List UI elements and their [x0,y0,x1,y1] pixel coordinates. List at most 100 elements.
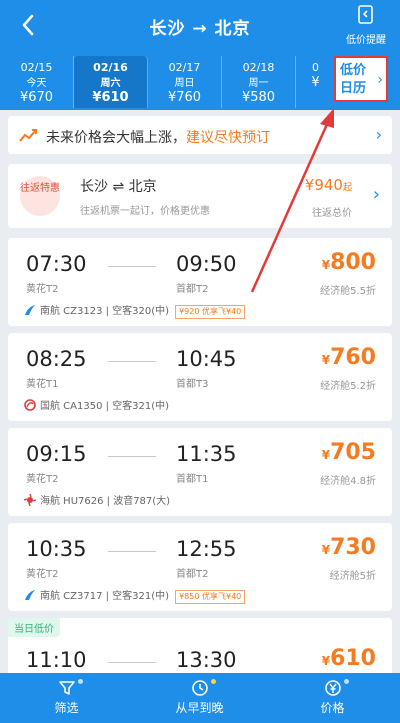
date-tab-date: 0 [312,61,319,74]
flight-info: 南航 CZ3717 | 空客321(中) ¥850 优享飞¥40 [24,587,246,604]
price-trend-notice[interactable]: 未来价格会大幅上涨，建议尽快预订 › [8,116,392,154]
route-line [108,456,156,457]
date-tab-weekday: 周一 [248,78,269,89]
departure-time: 09:15 [26,442,87,466]
yuan-coin-icon [324,680,341,696]
departure-airport: 黄花T2 [26,474,59,485]
bottom-tab-bar: 筛选 从早到晚 价格 [0,673,400,723]
date-tab-selected[interactable]: 02/16 周六 ¥610 [74,56,148,108]
flight-price-value: 800 [330,250,376,275]
date-tab-price: ¥610 [92,90,129,105]
hainan-airlines-logo-icon [24,494,36,506]
cabin-discount: 经济舱5.5折 [320,286,376,297]
low-price-calendar-label: 低价日历 [340,63,367,96]
currency-symbol: ¥ [321,448,331,462]
notice-text: 未来价格会大幅上涨，建议尽快预订 [46,127,270,147]
date-tab-date: 02/16 [93,61,128,74]
chevron-right-icon: › [375,125,382,144]
indicator-dot [344,679,349,684]
airline-info: 南航 CZ3717 | 空客321(中) [40,591,170,602]
low-price-alert-label: 低价提醒 [346,35,386,46]
round-trip-price-value: ¥940 [304,176,343,194]
route-line [108,361,156,362]
bell-note-icon [358,5,373,24]
departure-time: 11:10 [26,648,87,672]
flight-card[interactable]: 07:30 09:50 黄花T2 首都T2 ¥800 经济舱5.5折 南航 CZ… [8,238,392,326]
chevron-right-icon: › [372,184,380,205]
tab-label: 筛选 [54,701,79,715]
low-price-alert-button[interactable]: 低价提醒 [338,4,394,46]
clock-icon [191,680,208,696]
date-tab-date: 02/18 [242,61,275,74]
airline-info: 海航 HU7626 | 波音787(大) [40,496,171,507]
chevron-right-icon: › [377,72,383,88]
arrival-airport: 首都T2 [176,569,209,580]
app-header: 长沙 → 北京 低价提醒 [0,0,400,50]
flight-price: ¥760 [322,345,376,370]
indicator-dot [211,679,216,684]
flight-price-value: 760 [330,345,376,370]
round-trip-route: 长沙 ⇌ 北京 [80,179,157,195]
flight-price: ¥800 [322,250,376,275]
flight-info: 国航 CA1350 | 空客321(中) [24,397,169,412]
air-china-logo-icon [24,399,36,411]
date-tab-weekday: 周六 [100,78,121,89]
china-southern-logo-icon [25,305,35,315]
date-tab-weekday: 周日 [174,78,195,89]
flight-card[interactable]: 08:25 10:45 黄花T1 首都T3 ¥760 经济舱5.2折 国航 CA… [8,333,392,421]
date-tab-date: 02/17 [168,61,201,74]
cabin-discount: 经济舱5.2折 [320,381,376,392]
cabin-discount: 经济舱5折 [329,571,376,582]
date-tab-price: ¥670 [19,90,54,105]
date-tab[interactable]: 02/15 今天 ¥670 [0,56,74,108]
date-tab-weekday: 今天 [26,78,47,89]
route-line [108,551,156,552]
flight-card[interactable]: 10:35 12:55 黄花T2 首都T2 ¥730 经济舱5折 南航 CZ37… [8,523,392,611]
round-trip-price-suffix: 起 [342,183,352,193]
flight-price-value: 705 [330,440,376,465]
route-line [108,662,156,663]
airline-info: 国航 CA1350 | 空客321(中) [40,401,170,412]
round-trip-price: ¥940起 [305,176,352,194]
flight-info: 南航 CZ3123 | 空客320(中) ¥920 优享飞¥40 [24,302,246,319]
departure-airport: 黄花T2 [26,284,59,295]
date-tab-date: 02/15 [20,61,53,74]
trend-up-icon [19,129,37,142]
currency-symbol: ¥ [321,353,331,367]
low-price-calendar-button[interactable]: 低价日历 › [334,56,388,102]
today-low-price-tag: 当日低价 [8,618,60,637]
date-tab-price: ¥580 [241,90,276,105]
round-trip-promo[interactable]: 往返特惠 长沙 ⇌ 北京 往返机票一起订，价格更优惠 ¥940起 往返总价 › [8,164,392,228]
tab-filter[interactable]: 筛选 [0,673,133,723]
currency-symbol: ¥ [321,543,331,557]
tab-price-sort[interactable]: 价格 [266,673,399,723]
promo-tag: ¥920 优享飞¥40 [175,305,246,319]
airline-info: 南航 CZ3123 | 空客320(中) [40,306,170,317]
flight-card[interactable]: 09:15 11:35 黄花T2 首都T1 ¥705 经济舱4.8折 海航 HU… [8,428,392,516]
round-trip-desc: 往返机票一起订，价格更优惠 [80,206,210,217]
tab-time-sort[interactable]: 从早到晚 [133,673,266,723]
departure-time: 08:25 [26,347,87,371]
date-tab-partial[interactable]: 0 ¥ [296,56,334,108]
arrival-time: 13:30 [176,648,237,672]
arrival-airport: 首都T2 [176,284,209,295]
arrival-airport: 首都T3 [176,379,209,390]
flight-price-value: 730 [330,535,376,560]
arrival-time: 10:45 [176,347,237,371]
route-line [108,266,156,267]
currency-symbol: ¥ [321,654,331,668]
flight-info: 海航 HU7626 | 波音787(大) [24,492,170,507]
departure-time: 10:35 [26,537,87,561]
currency-symbol: ¥ [321,258,331,272]
date-tab[interactable]: 02/17 周日 ¥760 [148,56,222,108]
flight-price: ¥610 [322,646,376,671]
round-trip-badge: 往返特惠 [20,176,60,216]
arrival-time: 12:55 [176,537,237,561]
date-tab-price: ¥ [311,75,320,90]
arrival-airport: 首都T1 [176,474,209,485]
china-southern-logo-icon [25,590,35,600]
departure-airport: 黄花T1 [26,379,59,390]
date-tab-price: ¥760 [167,90,202,105]
tab-label: 从早到晚 [175,701,224,715]
date-tab[interactable]: 02/18 周一 ¥580 [222,56,296,108]
